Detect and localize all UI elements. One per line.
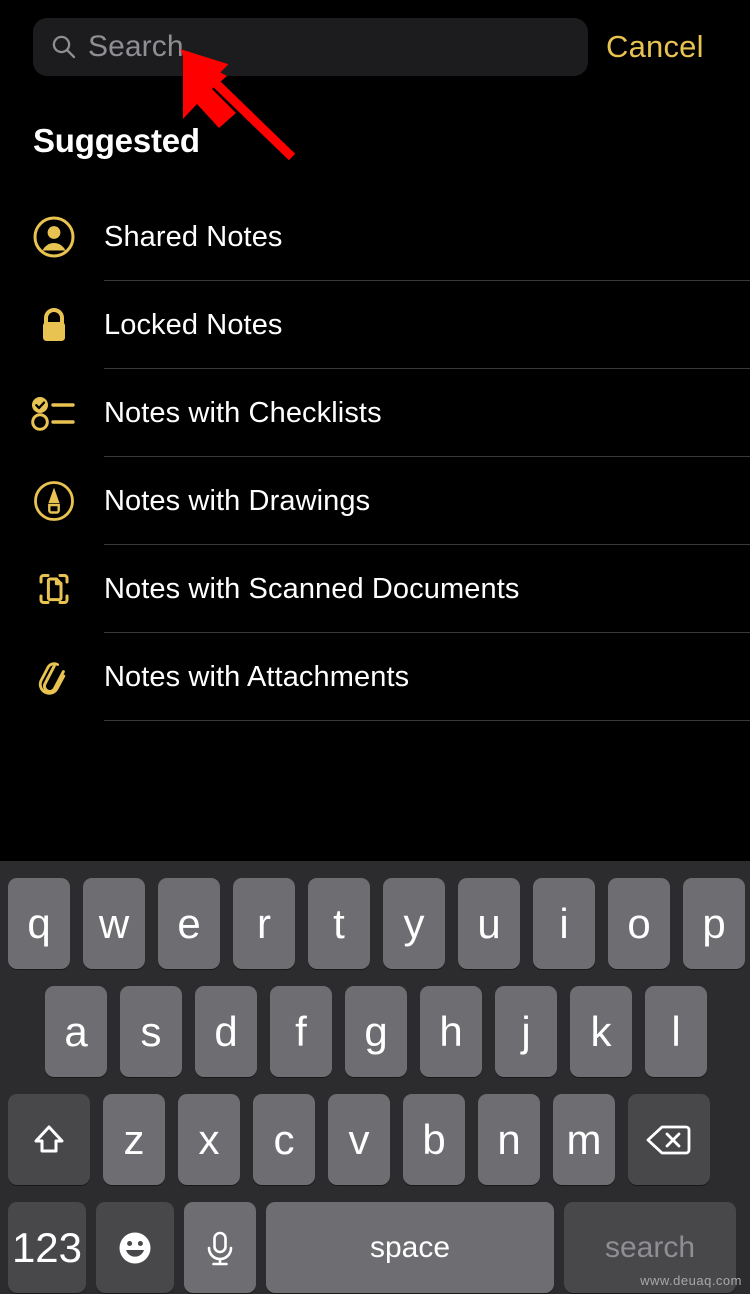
list-item-notes-with-drawings[interactable]: Notes with Drawings [0,457,750,545]
key-j[interactable]: j [495,986,557,1077]
dictation-key[interactable] [184,1202,256,1293]
emoji-smiley-icon [119,1232,151,1263]
cancel-button[interactable]: Cancel [606,29,704,65]
space-key[interactable]: space [266,1202,554,1293]
list-item-notes-with-checklists[interactable]: Notes with Checklists [0,369,750,457]
emoji-key[interactable] [96,1202,174,1293]
suggested-list: Shared Notes Locked Notes Notes with Che… [0,193,750,721]
key-q[interactable]: q [8,878,70,969]
keyboard-row-2: a s d f g h j k l [0,986,750,1077]
keyboard-row-1: q w e r t y u i o p [0,878,750,969]
search-placeholder-text: Search [88,30,184,63]
delete-key[interactable] [628,1094,710,1185]
paperclip-icon [28,655,80,699]
list-item-locked-notes[interactable]: Locked Notes [0,281,750,369]
scanned-document-icon [28,567,80,611]
key-u[interactable]: u [458,878,520,969]
person-circle-icon [28,215,80,259]
search-bar: Search Cancel [0,18,750,76]
list-item-label: Notes with Scanned Documents [104,572,520,605]
key-p[interactable]: p [683,878,745,969]
key-v[interactable]: v [328,1094,390,1185]
key-k[interactable]: k [570,986,632,1077]
drawing-pen-circle-icon [28,479,80,523]
key-a[interactable]: a [45,986,107,1077]
microphone-icon [207,1231,233,1265]
list-item-notes-with-scanned-documents[interactable]: Notes with Scanned Documents [0,545,750,633]
key-w[interactable]: w [83,878,145,969]
list-item-label: Notes with Drawings [104,484,371,517]
key-t[interactable]: t [308,878,370,969]
key-x[interactable]: x [178,1094,240,1185]
list-item-shared-notes[interactable]: Shared Notes [0,193,750,281]
key-b[interactable]: b [403,1094,465,1185]
section-title-suggested: Suggested [33,122,200,159]
key-o[interactable]: o [608,878,670,969]
search-icon [51,34,77,60]
key-d[interactable]: d [195,986,257,1077]
search-input[interactable]: Search [33,18,588,76]
on-screen-keyboard: q w e r t y u i o p a s d f g h j k l z … [0,861,750,1294]
keyboard-row-3: z x c v b n m [0,1094,750,1185]
list-item-label: Locked Notes [104,308,283,341]
key-z[interactable]: z [103,1094,165,1185]
key-l[interactable]: l [645,986,707,1077]
key-y[interactable]: y [383,878,445,969]
key-n[interactable]: n [478,1094,540,1185]
key-r[interactable]: r [233,878,295,969]
watermark-text: www.deuaq.com [640,1273,742,1288]
key-c[interactable]: c [253,1094,315,1185]
key-h[interactable]: h [420,986,482,1077]
key-e[interactable]: e [158,878,220,969]
list-item-notes-with-attachments[interactable]: Notes with Attachments [0,633,750,721]
numeric-key[interactable]: 123 [8,1202,86,1293]
notes-search-screen: Search Cancel Suggested Shared Notes Loc… [0,0,750,1294]
shift-key[interactable] [8,1094,90,1185]
key-s[interactable]: s [120,986,182,1077]
backspace-icon [646,1125,691,1154]
key-i[interactable]: i [533,878,595,969]
key-m[interactable]: m [553,1094,615,1185]
checklist-icon [28,391,80,435]
list-separator [104,720,750,721]
list-item-label: Notes with Checklists [104,396,382,429]
lock-icon [28,303,80,347]
shift-arrow-icon [34,1125,64,1152]
keyboard-row-4: 123 space search [0,1202,750,1293]
list-item-label: Notes with Attachments [104,660,410,693]
key-f[interactable]: f [270,986,332,1077]
key-g[interactable]: g [345,986,407,1077]
list-item-label: Shared Notes [104,220,283,253]
